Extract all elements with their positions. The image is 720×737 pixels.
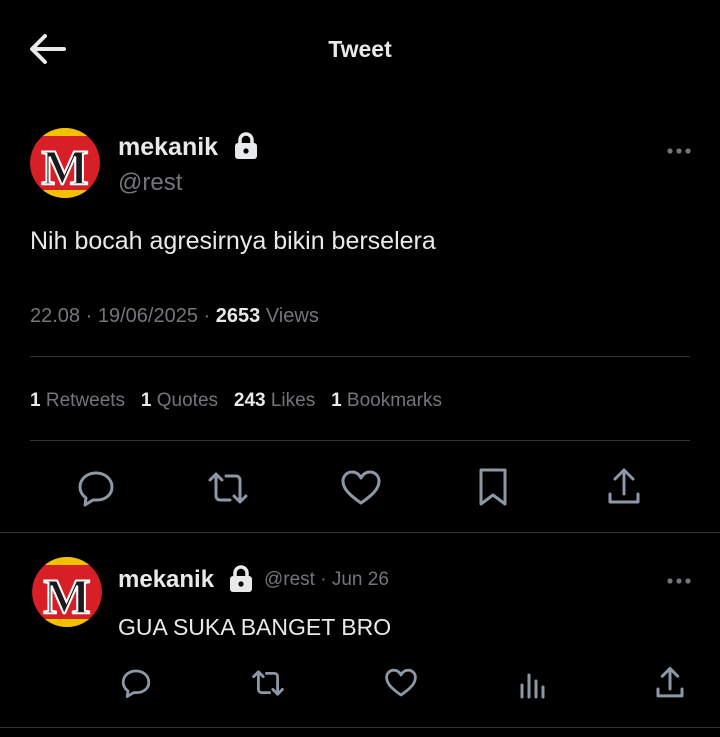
separator: · xyxy=(203,305,211,327)
reply-icon xyxy=(121,669,151,698)
bookmark-icon xyxy=(479,468,507,506)
author-handle[interactable]: @rest xyxy=(118,169,182,197)
views-icon xyxy=(520,673,545,699)
like-icon xyxy=(385,668,417,697)
reply-share-button[interactable] xyxy=(654,665,686,706)
reply-date[interactable]: Jun 26 xyxy=(332,569,389,590)
divider xyxy=(0,727,720,728)
lock-icon xyxy=(228,564,254,599)
separator: · xyxy=(85,305,93,327)
author-name[interactable]: mekanik xyxy=(118,133,218,162)
tweet-time: 22.08 xyxy=(30,305,81,327)
bookmark-button[interactable] xyxy=(476,466,510,513)
like-icon xyxy=(341,470,381,505)
reply-header: mekanik xyxy=(118,566,214,594)
retweet-icon xyxy=(208,472,248,504)
reply-reply-button[interactable] xyxy=(120,667,152,704)
tweet-text: Nih bocah agresirnya bikin berselera xyxy=(30,227,436,255)
more-options-icon[interactable] xyxy=(666,143,694,154)
like-button[interactable] xyxy=(340,468,382,513)
divider xyxy=(0,532,720,533)
reply-avatar[interactable]: M xyxy=(32,557,102,627)
reply-button[interactable] xyxy=(76,468,116,513)
retweet-icon xyxy=(252,670,284,696)
divider xyxy=(30,356,690,357)
reply-more-options-icon[interactable] xyxy=(666,573,694,584)
reply-author-name[interactable]: mekanik xyxy=(118,566,214,593)
reply-views-button[interactable] xyxy=(518,667,548,704)
tweet-stats: 1 Retweets 1 Quotes 243 Likes 1 Bookmark… xyxy=(30,390,442,412)
reply-retweet-button[interactable] xyxy=(250,667,286,704)
likes-stat[interactable]: 243 Likes xyxy=(234,390,315,411)
reply-meta: @rest · Jun 26 xyxy=(264,569,389,591)
views-count: 2653 xyxy=(215,305,261,327)
page-title: Tweet xyxy=(328,36,392,62)
divider xyxy=(30,440,690,441)
separator: · xyxy=(320,569,327,590)
reply-icon xyxy=(78,471,114,507)
lock-icon xyxy=(233,131,259,166)
avatar[interactable]: M xyxy=(30,128,100,198)
share-icon xyxy=(608,468,640,504)
retweets-stat[interactable]: 1 Retweets xyxy=(30,390,125,411)
reply-text: GUA SUKA BANGET BRO xyxy=(118,614,392,640)
views-label: Views xyxy=(265,305,319,327)
tweet-date: 19/06/2025 xyxy=(97,305,198,327)
reply-like-button[interactable] xyxy=(384,667,418,704)
avatar-letter: M xyxy=(43,568,90,624)
quotes-stat[interactable]: 1 Quotes xyxy=(141,390,218,411)
share-button[interactable] xyxy=(606,466,642,513)
avatar-letter: M xyxy=(41,139,88,195)
tweet-meta: 22.08 · 19/06/2025 · 2653 Views xyxy=(30,305,319,328)
retweet-button[interactable] xyxy=(206,468,250,513)
bookmarks-stat[interactable]: 1 Bookmarks xyxy=(331,390,442,411)
reply-handle[interactable]: @rest xyxy=(264,569,315,590)
share-icon xyxy=(656,666,684,698)
